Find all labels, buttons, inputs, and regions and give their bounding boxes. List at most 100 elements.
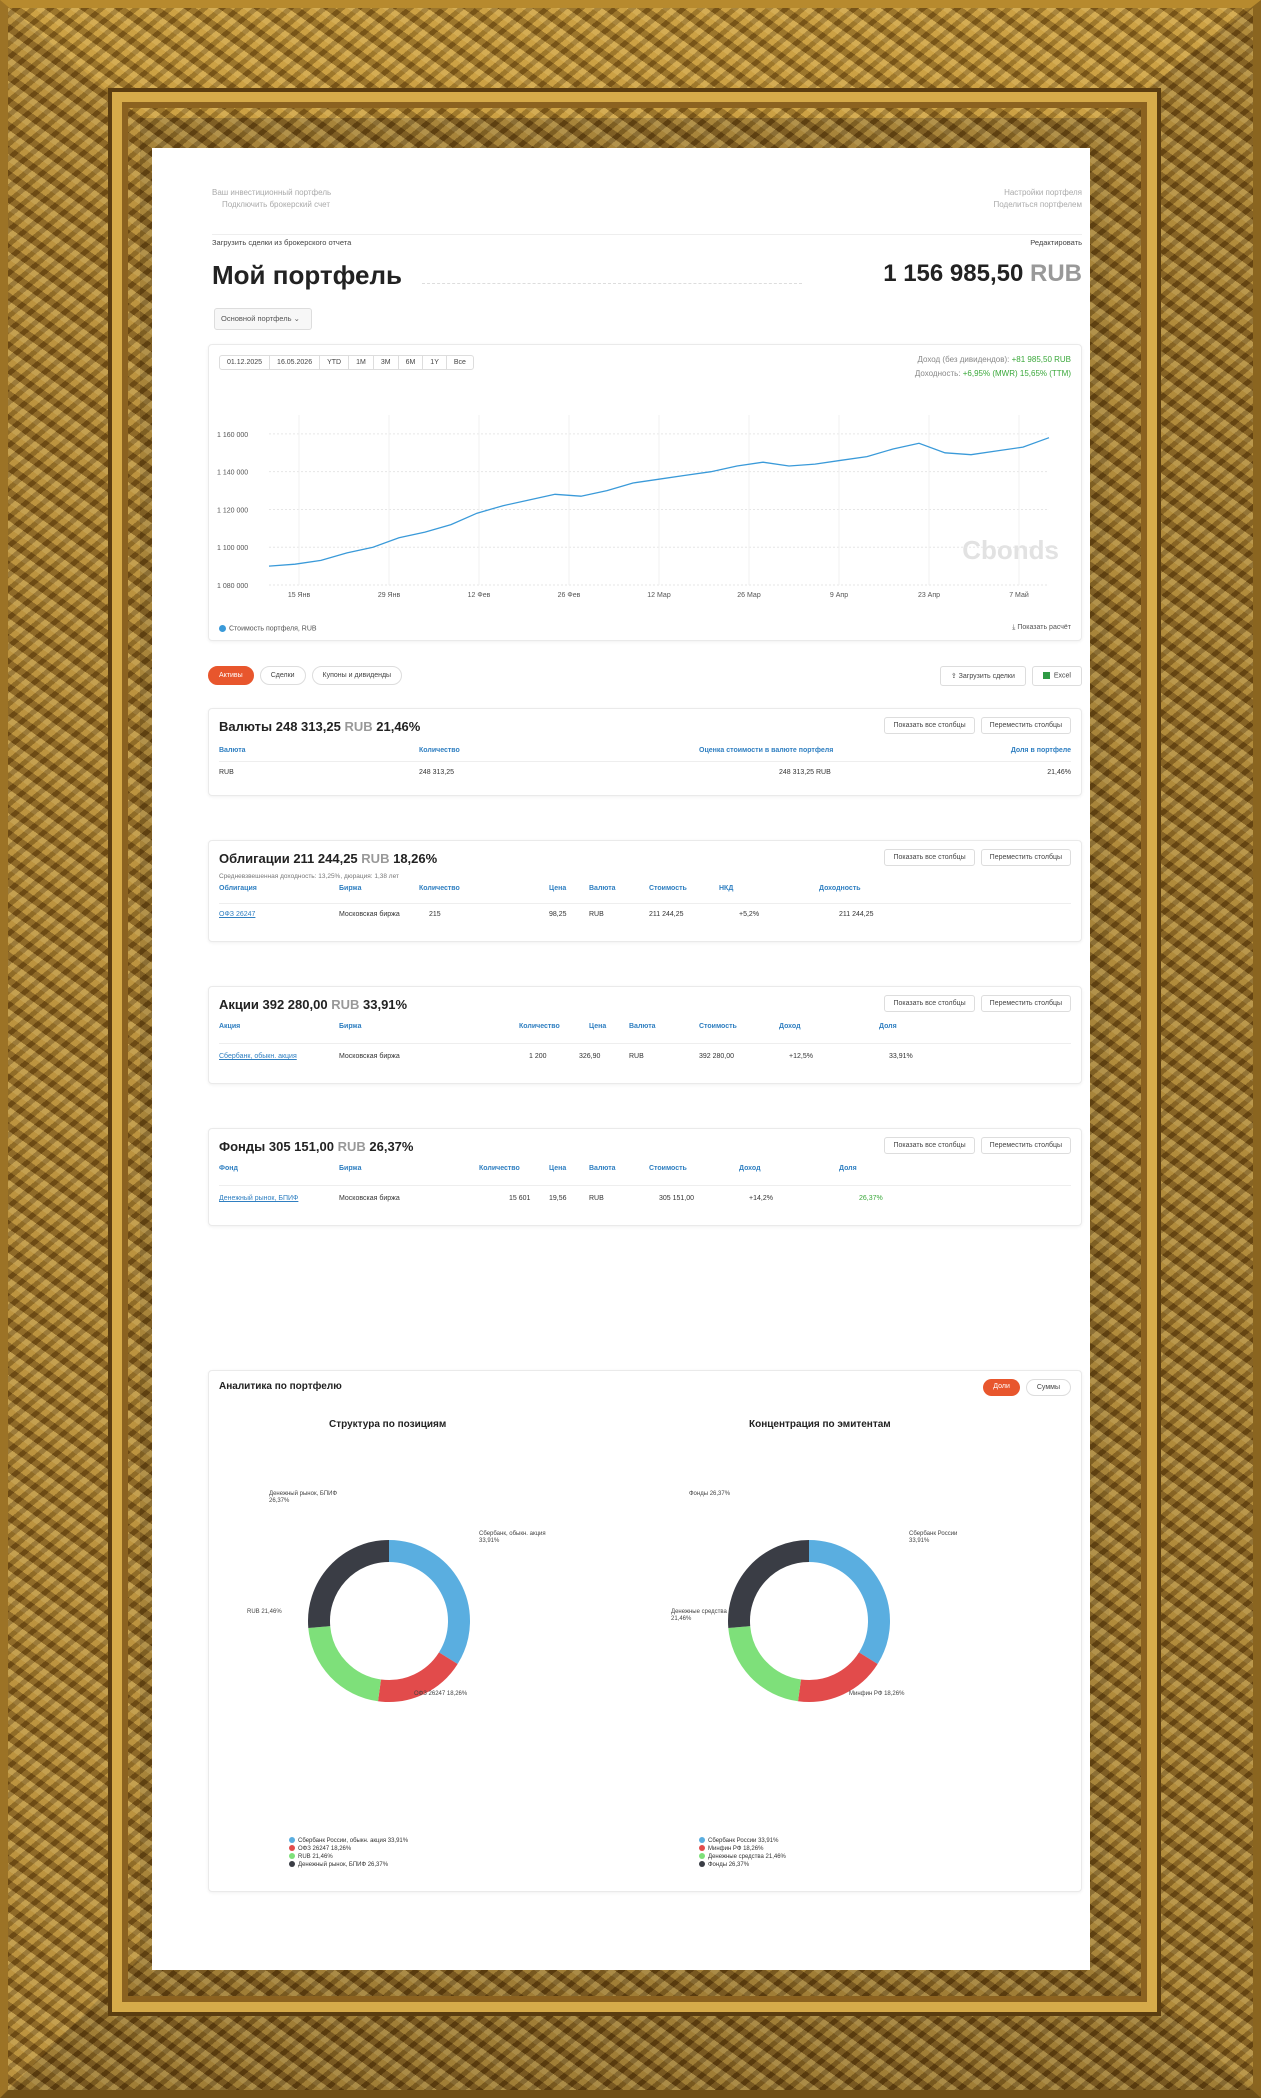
show-columns-button[interactable]: Показать все столбцы bbox=[884, 717, 975, 734]
legend-item[interactable]: Сбербанк России 33,91% bbox=[699, 1837, 786, 1845]
x-tick-label: 15 Янв bbox=[288, 592, 311, 599]
excel-button[interactable]: Excel bbox=[1031, 666, 1082, 686]
donut-slice[interactable] bbox=[377, 1651, 458, 1702]
period-1y[interactable]: 1Y bbox=[423, 356, 447, 369]
donut-slice[interactable] bbox=[808, 1540, 890, 1665]
col-exchange[interactable]: Биржа bbox=[339, 1165, 361, 1172]
donut-slice[interactable] bbox=[308, 1540, 390, 1628]
tab-deals[interactable]: Сделки bbox=[259, 666, 306, 685]
period-ytd[interactable]: YTD bbox=[320, 356, 350, 369]
legend-item[interactable]: Денежный рынок, БПИФ 26,37% bbox=[289, 1861, 408, 1869]
move-columns-button[interactable]: Переместить столбцы bbox=[980, 849, 1071, 866]
table-row: Денежный рынок, БПИФ Московская биржа 15… bbox=[219, 1195, 1071, 1205]
col-currency[interactable]: Валюта bbox=[589, 1165, 616, 1172]
section-currency: RUB bbox=[344, 719, 373, 734]
col-price[interactable]: Цена bbox=[589, 1023, 606, 1030]
donut-slice[interactable] bbox=[388, 1540, 470, 1665]
col-currency[interactable]: Валюта bbox=[589, 885, 616, 892]
move-columns-button[interactable]: Переместить столбцы bbox=[980, 717, 1071, 734]
move-columns-button[interactable]: Переместить столбцы bbox=[980, 995, 1071, 1012]
legend-item[interactable]: ОФЗ 26247 18,26% bbox=[289, 1845, 408, 1853]
excel-icon bbox=[1042, 672, 1050, 679]
period-6m[interactable]: 6M bbox=[399, 356, 424, 369]
total-currency: RUB bbox=[1030, 260, 1082, 287]
col-quantity[interactable]: Количество bbox=[419, 885, 460, 892]
col-yield[interactable]: Доходность bbox=[819, 885, 861, 892]
income-summary: Доход (без дивидендов): +81 985,50 RUB Д… bbox=[915, 353, 1071, 381]
cell: Московская биржа bbox=[339, 1053, 400, 1060]
col-bond[interactable]: Облигация bbox=[219, 885, 257, 892]
stock-link[interactable]: Сбербанк, обыкн. акция bbox=[219, 1053, 297, 1060]
cell: RUB bbox=[589, 911, 604, 918]
analytics-card: Аналитика по портфелю Доли Суммы Структу… bbox=[208, 1370, 1082, 1892]
fund-link[interactable]: Денежный рынок, БПИФ bbox=[219, 1195, 298, 1202]
col-income[interactable]: Доход bbox=[739, 1165, 761, 1172]
header-right-1[interactable]: Настройки портфеля bbox=[1004, 188, 1082, 197]
section-currency: RUB bbox=[337, 1139, 366, 1154]
period-3m[interactable]: 3M bbox=[374, 356, 399, 369]
date-from[interactable]: 01.12.2025 bbox=[220, 356, 271, 369]
show-columns-button[interactable]: Показать все столбцы bbox=[884, 995, 975, 1012]
x-tick-label: 29 Янв bbox=[378, 592, 401, 599]
col-value[interactable]: Оценка стоимости в валюте портфеля bbox=[699, 747, 833, 754]
upload-link[interactable]: Загрузить сделки из брокерского отчета bbox=[212, 238, 351, 247]
col-exchange[interactable]: Биржа bbox=[339, 885, 361, 892]
col-currency[interactable]: Валюта bbox=[219, 747, 246, 754]
section-amount: 211 244,25 bbox=[293, 851, 358, 866]
bond-link[interactable]: ОФЗ 26247 bbox=[219, 911, 255, 918]
section-amount: 392 280,00 bbox=[262, 997, 328, 1012]
col-value[interactable]: Стоимость bbox=[649, 1165, 687, 1172]
date-to[interactable]: 16.05.2026 bbox=[270, 356, 321, 369]
chart-legend[interactable]: Стоимость портфеля, RUB bbox=[219, 624, 317, 632]
header-right-2[interactable]: Поделиться портфелем bbox=[994, 200, 1083, 209]
donut1-label-3: RUB 21,46% bbox=[247, 1609, 282, 1615]
legend-item[interactable]: RUB 21,46% bbox=[289, 1853, 408, 1861]
period-all[interactable]: Все bbox=[447, 356, 473, 369]
col-share[interactable]: Доля bbox=[839, 1165, 857, 1172]
col-quantity[interactable]: Количество bbox=[419, 747, 460, 754]
donut-slice[interactable] bbox=[308, 1625, 382, 1702]
show-columns-button[interactable]: Показать все столбцы bbox=[884, 849, 975, 866]
legend-item[interactable]: Минфин РФ 18,26% bbox=[699, 1845, 786, 1853]
download-deals-button[interactable]: ⇪ Загрузить сделки bbox=[939, 666, 1026, 686]
show-columns-button[interactable]: Показать все столбцы bbox=[884, 1137, 975, 1154]
col-price[interactable]: Цена bbox=[549, 885, 566, 892]
show-calc-link[interactable]: ⤓ Показать расчёт bbox=[1012, 624, 1071, 632]
col-share[interactable]: Доля bbox=[879, 1023, 897, 1030]
positions-donut-chart bbox=[308, 1540, 470, 1702]
toggle-sums[interactable]: Суммы bbox=[1025, 1379, 1071, 1396]
toggle-shares[interactable]: Доли bbox=[983, 1379, 1020, 1396]
upload-icon: ⇪ bbox=[950, 673, 957, 680]
col-price[interactable]: Цена bbox=[549, 1165, 566, 1172]
col-quantity[interactable]: Количество bbox=[479, 1165, 520, 1172]
x-tick-label: 26 Мар bbox=[737, 592, 761, 599]
col-quantity[interactable]: Количество bbox=[519, 1023, 560, 1030]
move-columns-button[interactable]: Переместить столбцы bbox=[980, 1137, 1071, 1154]
col-income[interactable]: Доход bbox=[779, 1023, 801, 1030]
col-aci[interactable]: НКД bbox=[719, 885, 733, 892]
legend-item[interactable]: Сбербанк России, обыкн. акция 33,91% bbox=[289, 1837, 408, 1845]
col-exchange[interactable]: Биржа bbox=[339, 1023, 361, 1030]
legend-item[interactable]: Фонды 26,37% bbox=[699, 1861, 786, 1869]
tab-coupons[interactable]: Купоны и дивиденды bbox=[311, 666, 403, 685]
edit-link[interactable]: Редактировать bbox=[1030, 238, 1082, 247]
portfolio-select[interactable]: Основной портфель ⌄ bbox=[214, 308, 312, 330]
upload-row: Загрузить сделки из брокерского отчета Р… bbox=[212, 234, 1082, 251]
cell: 305 151,00 bbox=[659, 1195, 695, 1202]
col-currency[interactable]: Валюта bbox=[629, 1023, 656, 1030]
col-share[interactable]: Доля в портфеле bbox=[1011, 747, 1071, 754]
donut-slice[interactable] bbox=[728, 1540, 810, 1628]
header-divider bbox=[219, 1185, 1071, 1186]
col-fund[interactable]: Фонд bbox=[219, 1165, 238, 1172]
col-stock[interactable]: Акция bbox=[219, 1023, 240, 1030]
header-line-2[interactable]: Подключить брокерский счет bbox=[222, 200, 330, 209]
col-value[interactable]: Стоимость bbox=[699, 1023, 737, 1030]
tab-assets[interactable]: Активы bbox=[208, 666, 254, 685]
period-1m[interactable]: 1M bbox=[349, 356, 374, 369]
cell: RUB bbox=[219, 769, 234, 776]
donut-slice[interactable] bbox=[728, 1625, 802, 1702]
legend-item[interactable]: Денежные средства 21,46% bbox=[699, 1853, 786, 1861]
section-bonds: Облигации 211 244,25 RUB 18,26% Средневз… bbox=[208, 840, 1082, 942]
donut-slice[interactable] bbox=[797, 1651, 878, 1702]
col-value[interactable]: Стоимость bbox=[649, 885, 687, 892]
